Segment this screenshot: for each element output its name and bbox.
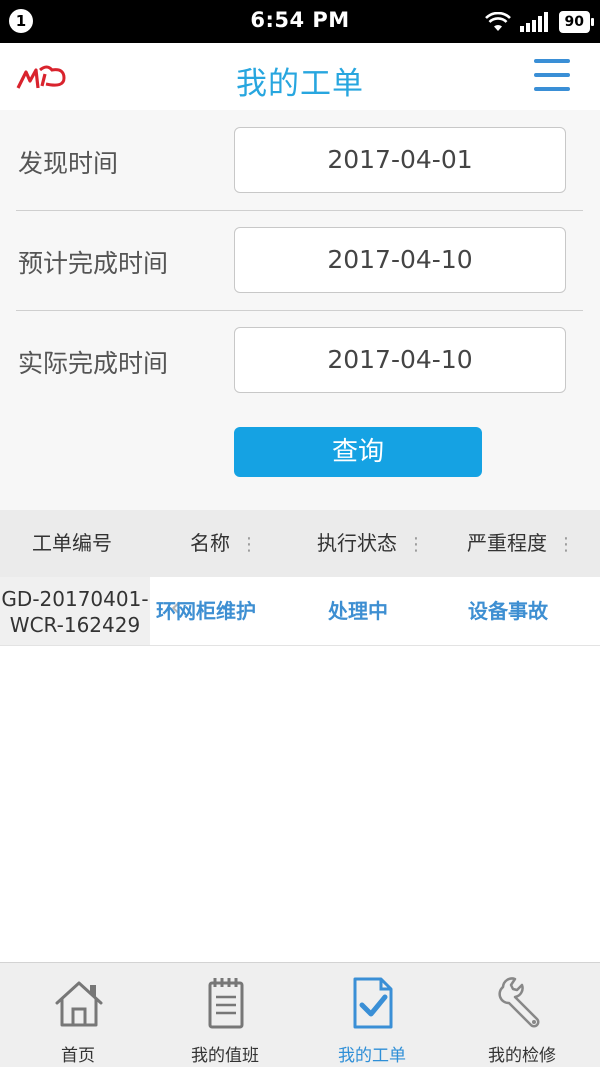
column-menu-icon[interactable]: ⋮ <box>407 534 425 555</box>
empty-area <box>0 646 600 962</box>
work-order-status-link[interactable]: 处理中 <box>328 577 388 645</box>
battery-icon: 90 <box>558 11 595 33</box>
work-order-severity-link[interactable]: 设备事故 <box>468 577 548 645</box>
column-header-severity[interactable]: 严重程度 ⋮ <box>467 510 575 577</box>
planned-time-field[interactable]: 2017-04-10 <box>234 227 566 293</box>
document-check-icon <box>353 977 393 1029</box>
hamburger-menu-icon[interactable] <box>534 59 570 95</box>
column-menu-icon[interactable]: ⋮ <box>557 534 575 555</box>
actual-time-label: 实际完成时间 <box>18 349 169 378</box>
nav-my-duty[interactable]: 我的值班 <box>150 963 300 1067</box>
nav-label: 首页 <box>61 1046 95 1066</box>
column-header-name[interactable]: 名称 ⋮ <box>190 510 258 577</box>
notepad-icon <box>208 978 244 1029</box>
query-button[interactable]: 查询 <box>234 427 482 477</box>
status-icons: 90 <box>484 9 595 35</box>
nav-label: 我的工单 <box>338 1046 406 1066</box>
column-header-status[interactable]: 执行状态 ⋮ <box>317 510 425 577</box>
discover-time-row: 发现时间 2017-04-01 <box>16 110 583 211</box>
nav-label: 我的值班 <box>191 1046 259 1066</box>
work-order-id: GD-20170401- WCR-162429 <box>0 577 150 645</box>
screen: 1 6:54 PM 90 我的工单 发现时间 2017-04-01 预计完成时间… <box>0 0 600 1067</box>
filter-form: 发现时间 2017-04-01 预计完成时间 2017-04-10 实际完成时间… <box>0 110 600 510</box>
work-order-name-link[interactable]: 环网柜维护 <box>156 577 256 645</box>
status-bar: 1 6:54 PM 90 <box>0 0 600 43</box>
nav-label: 我的检修 <box>488 1046 556 1066</box>
wifi-icon <box>484 12 511 31</box>
actual-time-field[interactable]: 2017-04-10 <box>234 327 566 393</box>
bottom-nav: 首页 我的值班 我的工单 我的检修 <box>0 962 600 1067</box>
nav-home[interactable]: 首页 <box>3 963 153 1067</box>
table-header: 工单编号 名称 ⋮ 执行状态 ⋮ 严重程度 ⋮ <box>0 510 600 577</box>
nav-my-maintenance[interactable]: 我的检修 <box>447 963 597 1067</box>
signal-icon <box>519 12 548 32</box>
planned-time-row: 预计完成时间 2017-04-10 <box>16 210 583 311</box>
planned-time-label: 预计完成时间 <box>18 249 169 278</box>
page-title: 我的工单 <box>236 66 364 102</box>
discover-time-label: 发现时间 <box>18 149 119 178</box>
home-icon <box>55 981 103 1027</box>
wrench-icon <box>498 977 540 1028</box>
nav-my-work-orders[interactable]: 我的工单 <box>297 963 447 1067</box>
app-header: 我的工单 <box>0 43 600 110</box>
actual-time-row: 实际完成时间 2017-04-10 <box>16 310 583 410</box>
column-header-id[interactable]: 工单编号 <box>32 510 112 577</box>
column-menu-icon[interactable]: ⋮ <box>240 534 258 555</box>
discover-time-field[interactable]: 2017-04-01 <box>234 127 566 193</box>
table-row[interactable]: GD-20170401- WCR-162429 ‹ 环网柜维护 处理中 设备事故 <box>0 577 600 646</box>
